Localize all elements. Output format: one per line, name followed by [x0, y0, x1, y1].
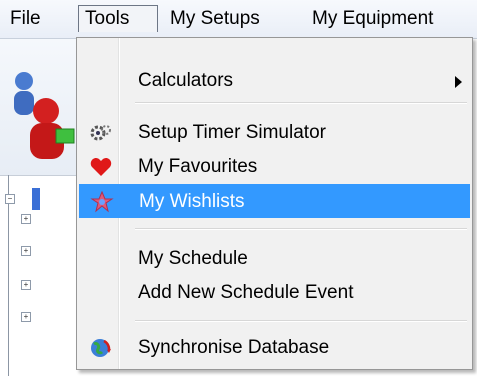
sync-label: Synchronise Database	[138, 337, 330, 358]
menu-my-equipment[interactable]: My Equipment	[306, 5, 439, 32]
menu-item-synchronise-database[interactable]: Synchronise Database	[79, 331, 470, 365]
gear-timer-icon	[90, 125, 111, 141]
menu-bar: File Tools My Setups My Equipment	[0, 0, 477, 39]
favourites-label: My Favourites	[138, 156, 258, 177]
tree-expand-icon[interactable]: +	[21, 312, 31, 322]
wishlists-label: My Wishlists	[139, 191, 245, 212]
menu-item-my-favourites[interactable]: My Favourites	[79, 150, 470, 184]
schedule-label: My Schedule	[138, 248, 248, 269]
heart-icon	[90, 158, 112, 176]
tree-node-icon	[32, 188, 40, 210]
tree-collapse-icon[interactable]: −	[5, 194, 15, 204]
tree-line	[8, 175, 9, 376]
menu-item-calculators[interactable]: Calculators	[79, 64, 470, 98]
tree-expand-icon[interactable]: +	[21, 280, 31, 290]
menu-my-setups[interactable]: My Setups	[164, 5, 266, 32]
menu-separator	[135, 320, 467, 322]
add-event-label: Add New Schedule Event	[138, 282, 354, 303]
submenu-arrow-icon	[455, 76, 462, 88]
tools-dropdown: Calculators Setup Timer Simulator My Fav…	[76, 37, 473, 370]
menu-item-my-schedule[interactable]: My Schedule	[79, 242, 470, 276]
menu-file[interactable]: File	[4, 5, 47, 32]
menu-separator	[135, 102, 467, 104]
menu-item-add-new-schedule-event[interactable]: Add New Schedule Event	[79, 276, 470, 310]
menu-item-my-wishlists[interactable]: My Wishlists	[79, 184, 470, 218]
tree-expand-icon[interactable]: +	[21, 246, 31, 256]
menu-tools[interactable]: Tools	[78, 5, 158, 32]
calculators-label: Calculators	[138, 70, 234, 91]
menu-separator	[135, 228, 467, 230]
globe-sync-icon	[91, 339, 111, 357]
tree-expand-icon[interactable]: +	[21, 214, 31, 224]
menu-item-setup-timer-simulator[interactable]: Setup Timer Simulator	[79, 116, 470, 150]
star-icon	[90, 191, 114, 213]
setup-timer-label: Setup Timer Simulator	[138, 122, 326, 143]
users-icon[interactable]	[8, 57, 78, 167]
toolbar-strip	[0, 39, 80, 176]
